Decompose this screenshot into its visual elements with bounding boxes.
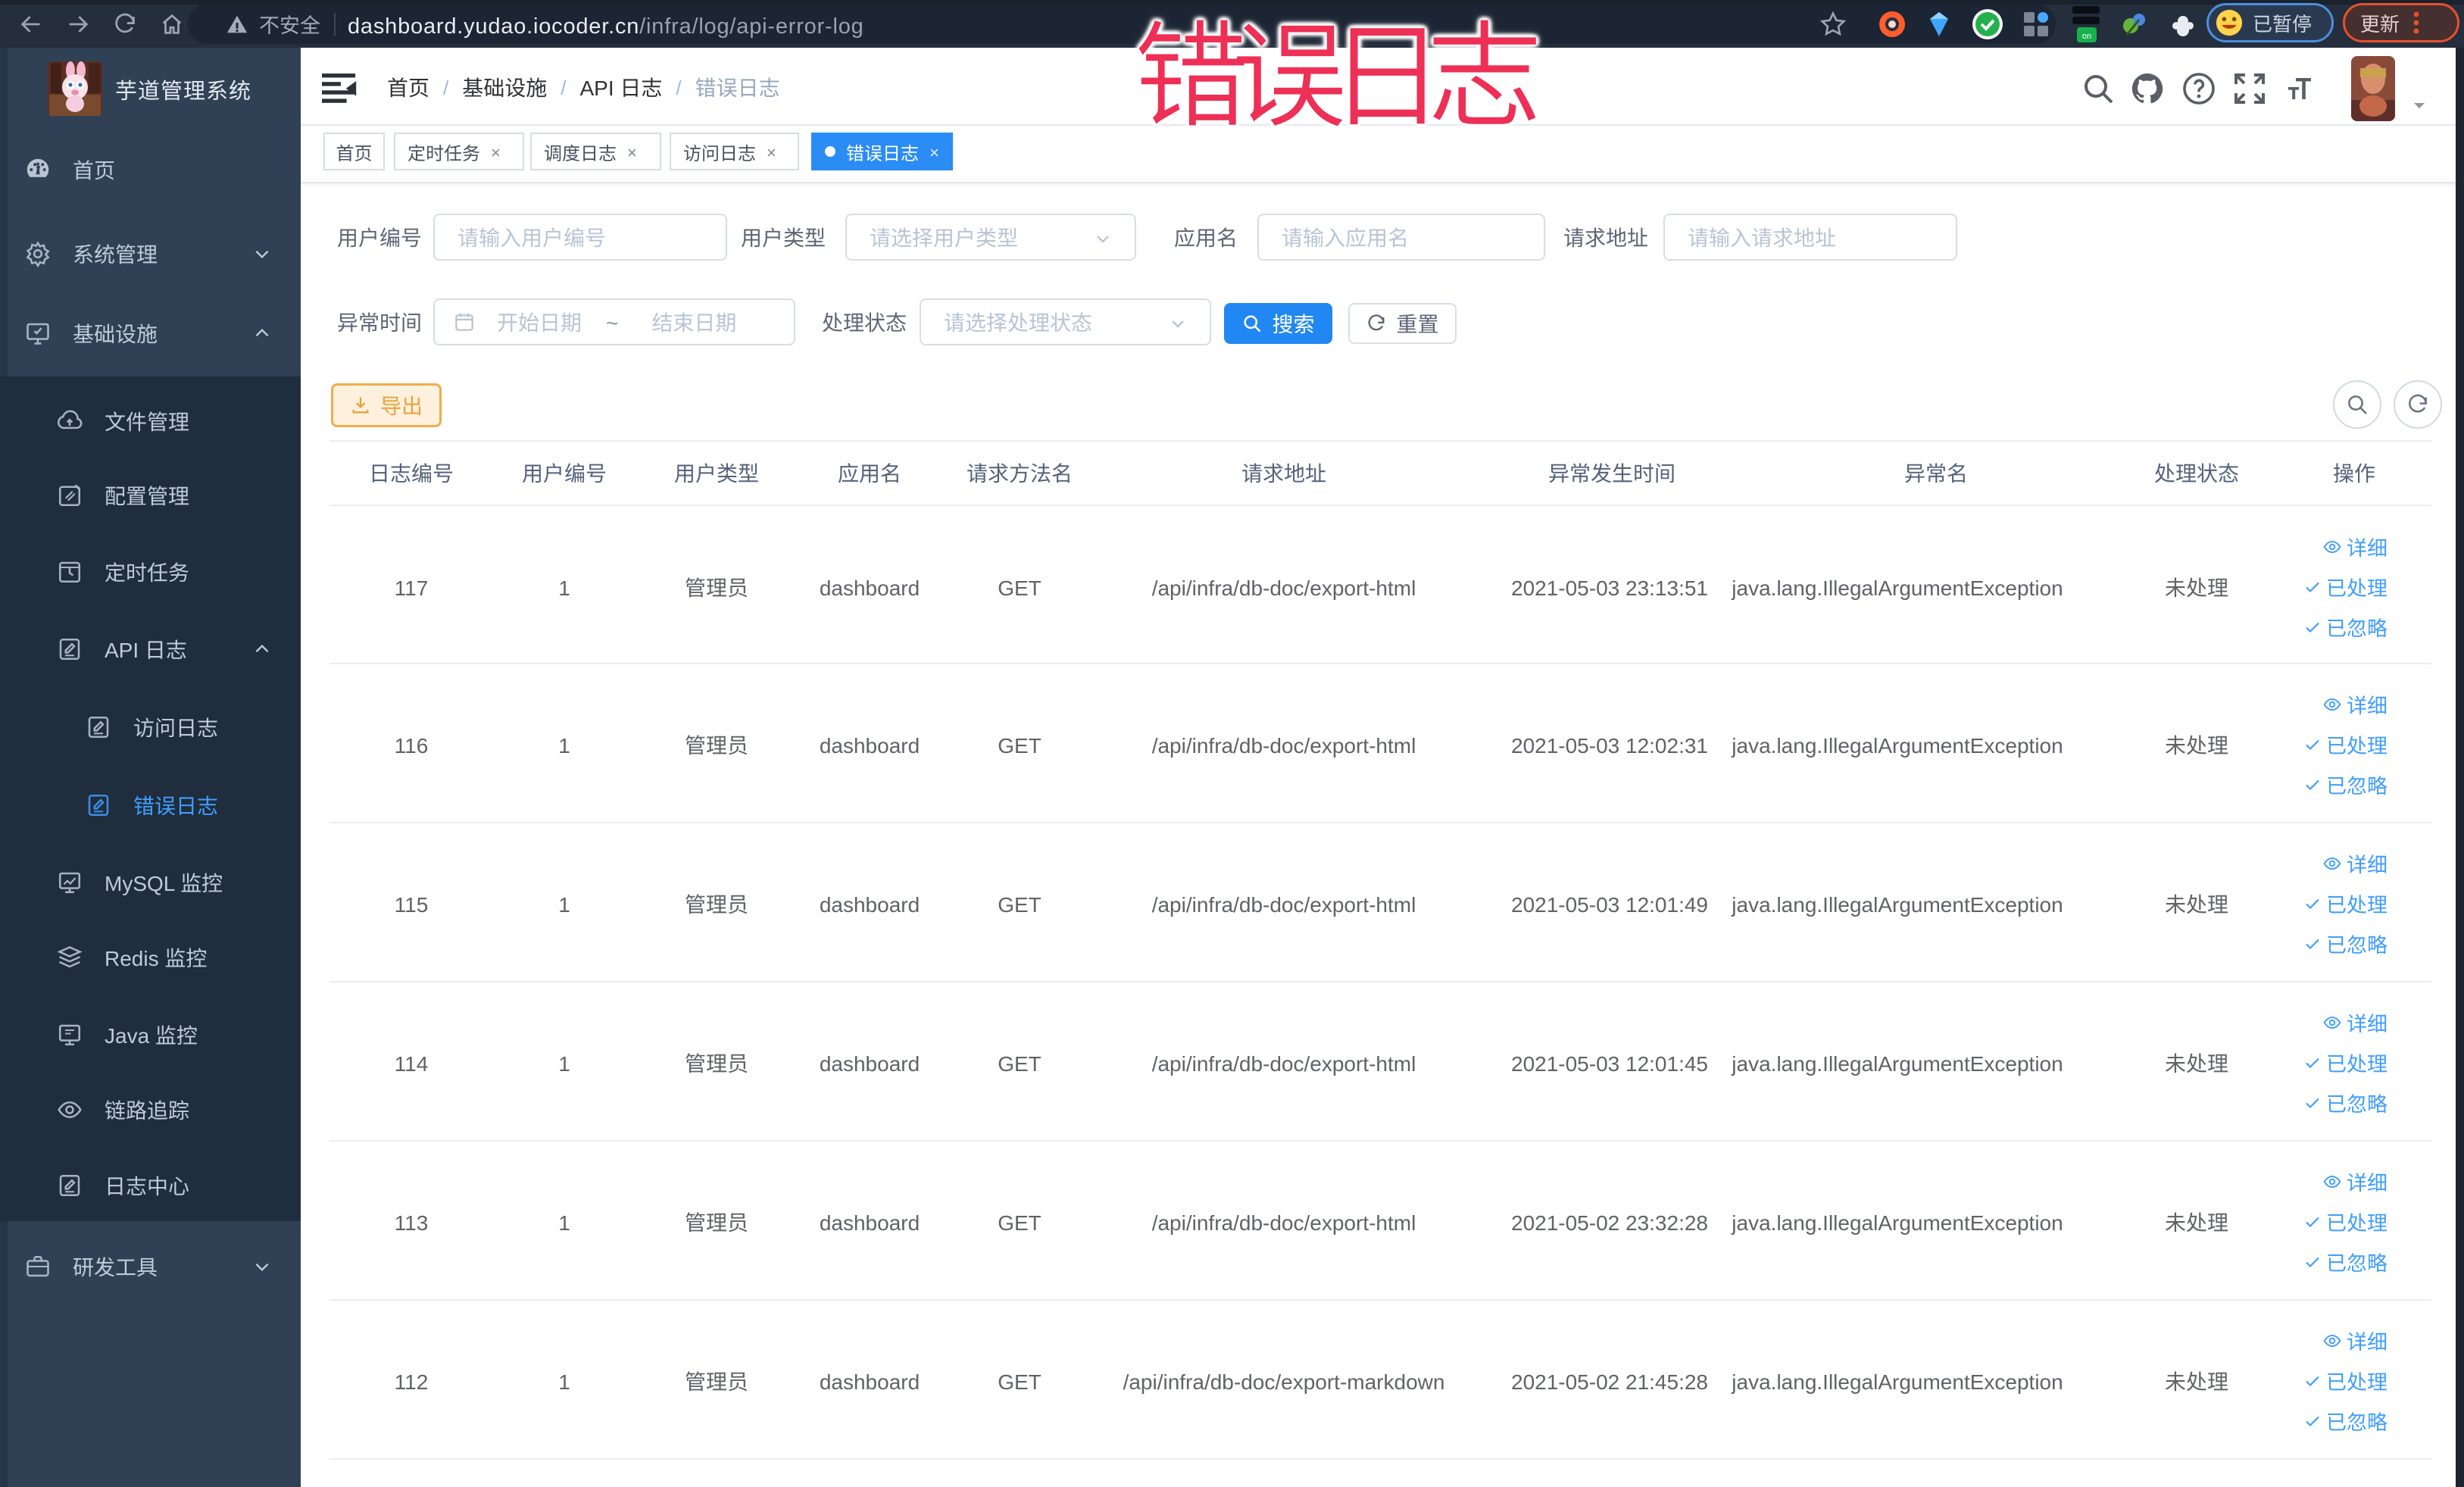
- svg-text:on: on: [2082, 32, 2091, 41]
